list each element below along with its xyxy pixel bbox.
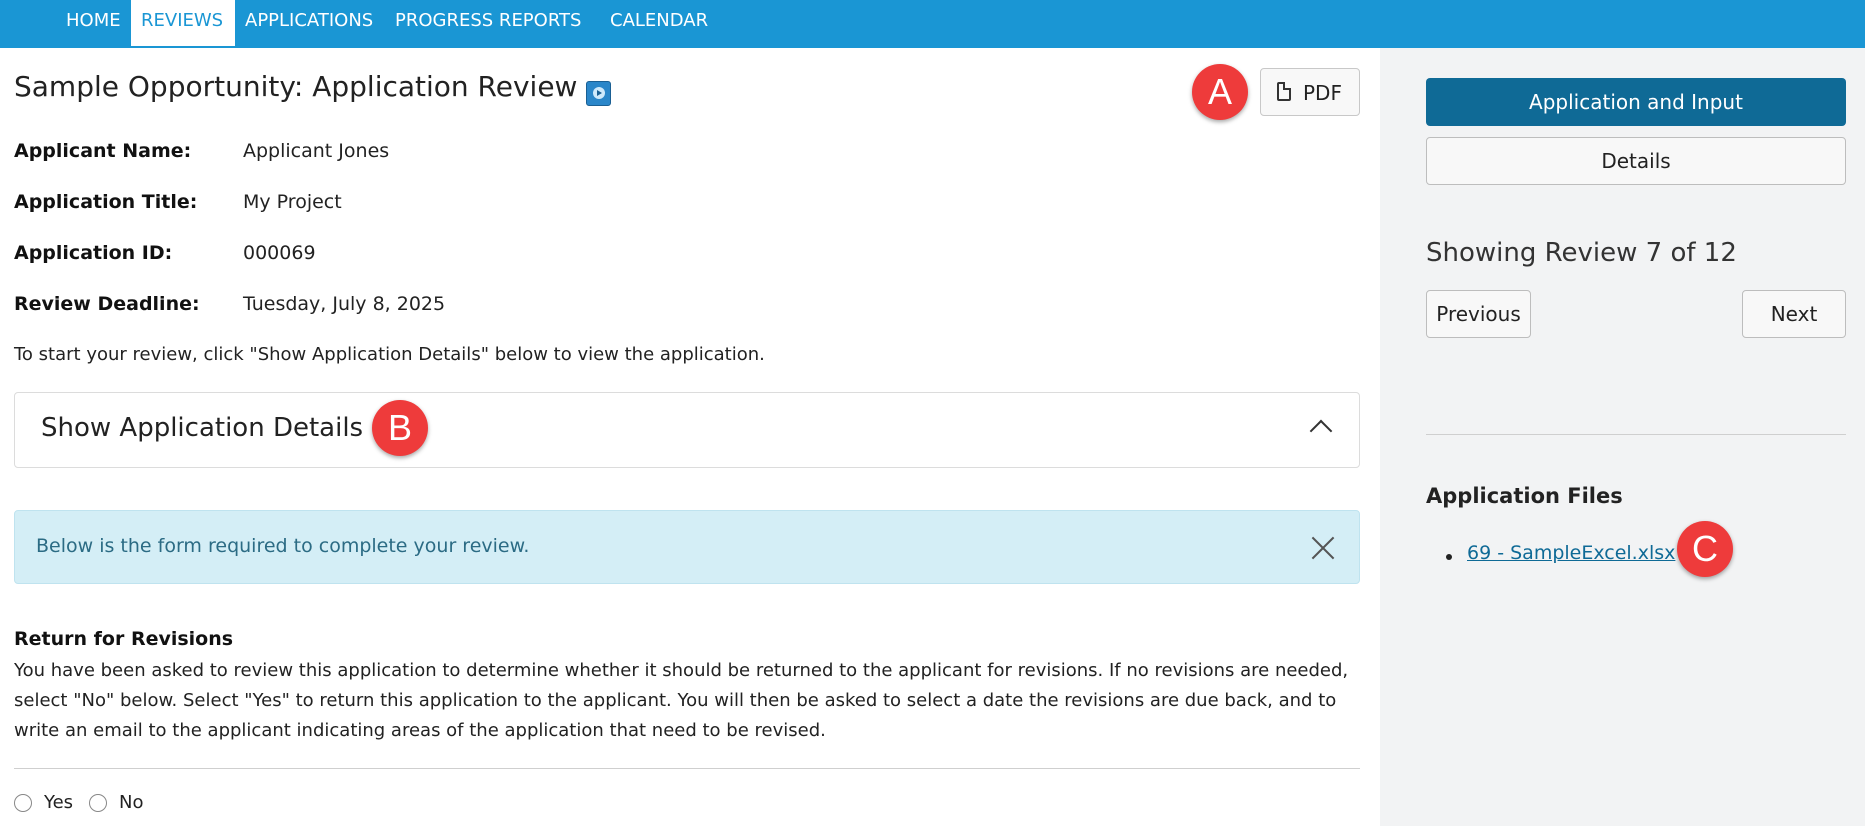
nav-applications[interactable]: APPLICATIONS (235, 0, 383, 46)
document-icon (1277, 82, 1291, 101)
application-and-input-button[interactable]: Application and Input (1426, 78, 1846, 126)
application-title-value: My Project (243, 191, 342, 213)
nav-calendar[interactable]: CALENDAR (600, 0, 718, 46)
next-button[interactable]: Next (1742, 290, 1846, 338)
nav-reviews[interactable]: REVIEWS (131, 0, 235, 46)
review-deadline-label: Review Deadline: (14, 293, 200, 315)
previous-button[interactable]: Previous (1426, 290, 1531, 338)
radio-no-label[interactable]: No (119, 792, 143, 813)
annotation-marker-c: C (1677, 521, 1733, 577)
main-content: Sample Opportunity: Application Review A… (0, 48, 1380, 826)
top-nav: HOME REVIEWS APPLICATIONS PROGRESS REPOR… (0, 0, 1865, 48)
review-deadline-value: Tuesday, July 8, 2025 (243, 293, 446, 315)
chevron-up-icon[interactable] (1309, 419, 1333, 443)
file-link[interactable]: 69 - SampleExcel.xlsx (1467, 542, 1675, 564)
application-id-value: 000069 (243, 242, 316, 264)
radio-yes[interactable] (14, 794, 32, 812)
accordion-title: Show Application Details (41, 413, 364, 443)
review-count: Showing Review 7 of 12 (1426, 238, 1737, 268)
play-icon (597, 90, 602, 96)
nav-home[interactable]: HOME (56, 0, 131, 46)
applicant-name-label: Applicant Name: (14, 140, 192, 162)
annotation-marker-a: A (1192, 64, 1248, 120)
sidebar-divider (1426, 434, 1846, 435)
annotation-marker-b: B (372, 400, 428, 456)
revisions-body: You have been asked to review this appli… (14, 660, 1349, 741)
divider (14, 768, 1360, 769)
applicant-name-value: Applicant Jones (243, 140, 390, 162)
application-id-label: Application ID: (14, 242, 173, 264)
application-details-accordion[interactable]: Show Application Details (14, 392, 1360, 468)
page-title: Sample Opportunity: Application Review (14, 70, 578, 103)
application-files-title: Application Files (1426, 484, 1623, 508)
video-help-icon[interactable] (586, 81, 611, 106)
radio-no[interactable] (89, 794, 107, 812)
intro-text: To start your review, click "Show Applic… (14, 344, 765, 365)
close-icon[interactable] (1311, 536, 1335, 560)
pdf-button-label: PDF (1303, 81, 1342, 105)
alert-text: Below is the form required to complete y… (36, 535, 530, 557)
nav-progress-reports[interactable]: PROGRESS REPORTS (385, 0, 591, 46)
revisions-title: Return for Revisions (14, 628, 234, 650)
application-title-label: Application Title: (14, 191, 198, 213)
list-bullet (1446, 554, 1452, 560)
sidebar: Application and Input Details Showing Re… (1380, 48, 1865, 826)
radio-yes-label[interactable]: Yes (44, 792, 73, 813)
details-button[interactable]: Details (1426, 137, 1846, 185)
pdf-button[interactable]: PDF (1260, 68, 1360, 116)
info-alert: Below is the form required to complete y… (14, 510, 1360, 584)
